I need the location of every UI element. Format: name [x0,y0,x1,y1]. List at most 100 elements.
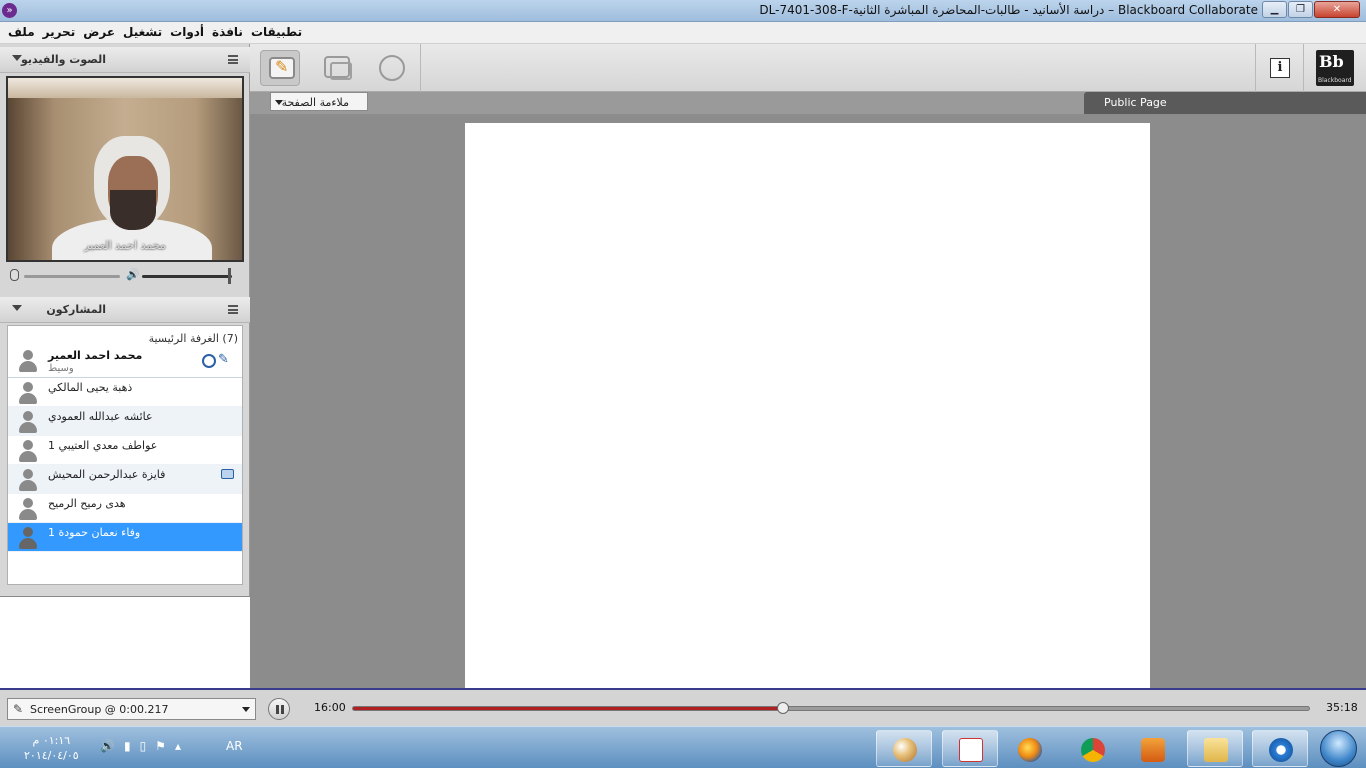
pause-button[interactable] [268,698,290,720]
avatar [18,469,38,491]
taskbar-media-player[interactable] [1124,730,1180,767]
audio-controls: 🔊 [6,268,244,284]
playback-progress-fill [353,707,784,710]
playback-bar: ✎ ScreenGroup @ 0:00.217 16:00 35:18 [0,688,1366,726]
total-time: 35:18 [1326,701,1358,714]
whiteboard-button[interactable] [260,50,300,86]
chrome-icon [1081,738,1105,762]
start-button[interactable] [1320,730,1357,767]
participant-name: هدى رميح الرميح [48,497,126,510]
avatar [18,411,38,433]
participant-row-selected[interactable]: وفاء نعمان حمودة 1 [8,523,242,552]
participant-row[interactable]: فايزة عبدالرحمن المحيش [8,465,242,494]
mic-level-slider[interactable] [24,275,120,278]
fit-page-dropdown[interactable]: ملاءمة الصفحة [270,92,368,111]
moderator-icon [202,354,216,368]
info-button[interactable]: i [1270,58,1290,78]
participant-name: فايزة عبدالرحمن المحيش [48,468,166,481]
language-indicator[interactable]: AR [226,739,243,753]
app-share-icon [330,62,352,80]
menu-file[interactable]: ملف [4,25,39,39]
java-icon [959,738,983,762]
avatar [18,350,38,372]
talking-icon: ✎ [218,352,229,367]
menu-apps[interactable]: تطبيقات [247,25,306,39]
taskbar-paint[interactable] [876,730,932,767]
avatar [18,527,38,549]
chevron-down-icon [242,707,250,712]
video-speaker-label: محمد احمد العمير [84,239,166,252]
whiteboard-subbar: ملاءمة الصفحة Public Page [250,92,1366,114]
current-time: 16:00 [314,701,346,714]
participants-title: المشاركون [46,303,106,316]
public-page-tab[interactable]: Public Page [1084,92,1366,114]
taskbar-firefox[interactable] [1001,730,1057,767]
maximize-button[interactable]: ❐ [1288,1,1313,18]
show-hidden-icons[interactable]: ▴ [175,739,181,753]
media-player-icon [1141,738,1165,762]
participants-header: المشاركون [0,297,250,323]
panel-menu-icon[interactable] [228,55,238,64]
collapse-icon[interactable] [12,305,22,311]
blackboard-logo: Bb Blackboard [1316,50,1354,86]
battery-icon[interactable]: ▯ [140,739,147,753]
application-share-button[interactable] [316,50,356,86]
menu-view[interactable]: عرض [79,25,119,39]
speaker-volume-slider[interactable] [142,275,232,278]
paint-icon [893,738,917,762]
system-tray: 🔊 ▮ ▯ ⚑ ▴ [100,739,181,753]
taskbar-file-explorer[interactable] [1187,730,1243,767]
app-icon[interactable]: » [2,3,17,18]
web-tour-button[interactable] [372,50,412,86]
menu-window[interactable]: نافذة [208,25,247,39]
taskbar-chrome[interactable] [1064,730,1120,767]
whiteboard-page[interactable] [465,123,1150,688]
room-label: (7) الغرفة الرئيسية [148,332,238,345]
pencil-icon: ✎ [13,702,24,716]
playback-progress-bar[interactable] [352,706,1310,711]
left-empty-area [0,597,250,688]
panel-menu-icon[interactable] [228,305,238,314]
camera-icon [221,469,234,479]
participants-list: (7) الغرفة الرئيسية محمد احمد العمير وسي… [7,325,243,585]
volume-icon[interactable]: 🔊 [100,739,115,753]
internet-explorer-icon [1269,738,1293,762]
menu-tools[interactable]: أدوات [166,25,208,39]
speaker-icon[interactable]: 🔊 [126,268,140,281]
whiteboard-icon [269,57,295,79]
participant-role: وسيط [48,363,74,374]
whiteboard-canvas-area [250,114,1366,688]
avatar [18,440,38,462]
close-button[interactable]: ✕ [1314,1,1360,18]
volume-knob[interactable] [228,268,231,284]
window-title: Blackboard Collaborate – دراسة الأسانيد … [759,3,1258,17]
participant-row[interactable]: عواطف معدي العتيبي 1 [8,436,242,465]
title-bar: » Blackboard Collaborate – دراسة الأساني… [0,0,1366,22]
menu-bar: ملف تحرير عرض تشغيل أدوات نافذة تطبيقات [0,22,1366,44]
participant-row[interactable]: هدى رميح الرميح [8,494,242,523]
globe-icon [379,55,405,81]
firefox-icon [1018,738,1042,762]
screen-group-dropdown[interactable]: ✎ ScreenGroup @ 0:00.217 [7,698,256,720]
minimize-button[interactable]: ▁ [1262,1,1287,18]
audio-video-header: الصوت والفيديو [0,47,250,73]
chevron-down-icon [275,100,283,105]
taskbar-java[interactable] [942,730,998,767]
menu-play[interactable]: تشغيل [119,25,166,39]
avatar [18,382,38,404]
participant-row[interactable]: عائشه عبدالله العمودي [8,407,242,436]
left-panel: الصوت والفيديو محمد احمد العمير 🔊 المشار… [0,44,250,596]
avatar [18,498,38,520]
participant-name: وفاء نعمان حمودة 1 [48,526,141,539]
network-icon[interactable]: ▮ [124,739,131,753]
clock[interactable]: ٠١:١٦ م ٢٠١٤/٠٤/٠٥ [24,733,79,763]
participant-row[interactable]: ذهبة يحيى المالكي [8,378,242,407]
microphone-icon[interactable] [10,269,19,281]
participant-row-moderator[interactable]: محمد احمد العمير وسيط ✎ [8,346,242,378]
playback-scrubber[interactable] [777,702,790,714]
menu-edit[interactable]: تحرير [39,25,80,39]
participant-name: محمد احمد العمير [48,349,143,362]
video-feed: محمد احمد العمير [6,76,244,262]
taskbar-internet-explorer[interactable] [1252,730,1308,767]
flag-icon[interactable]: ⚑ [155,739,166,753]
